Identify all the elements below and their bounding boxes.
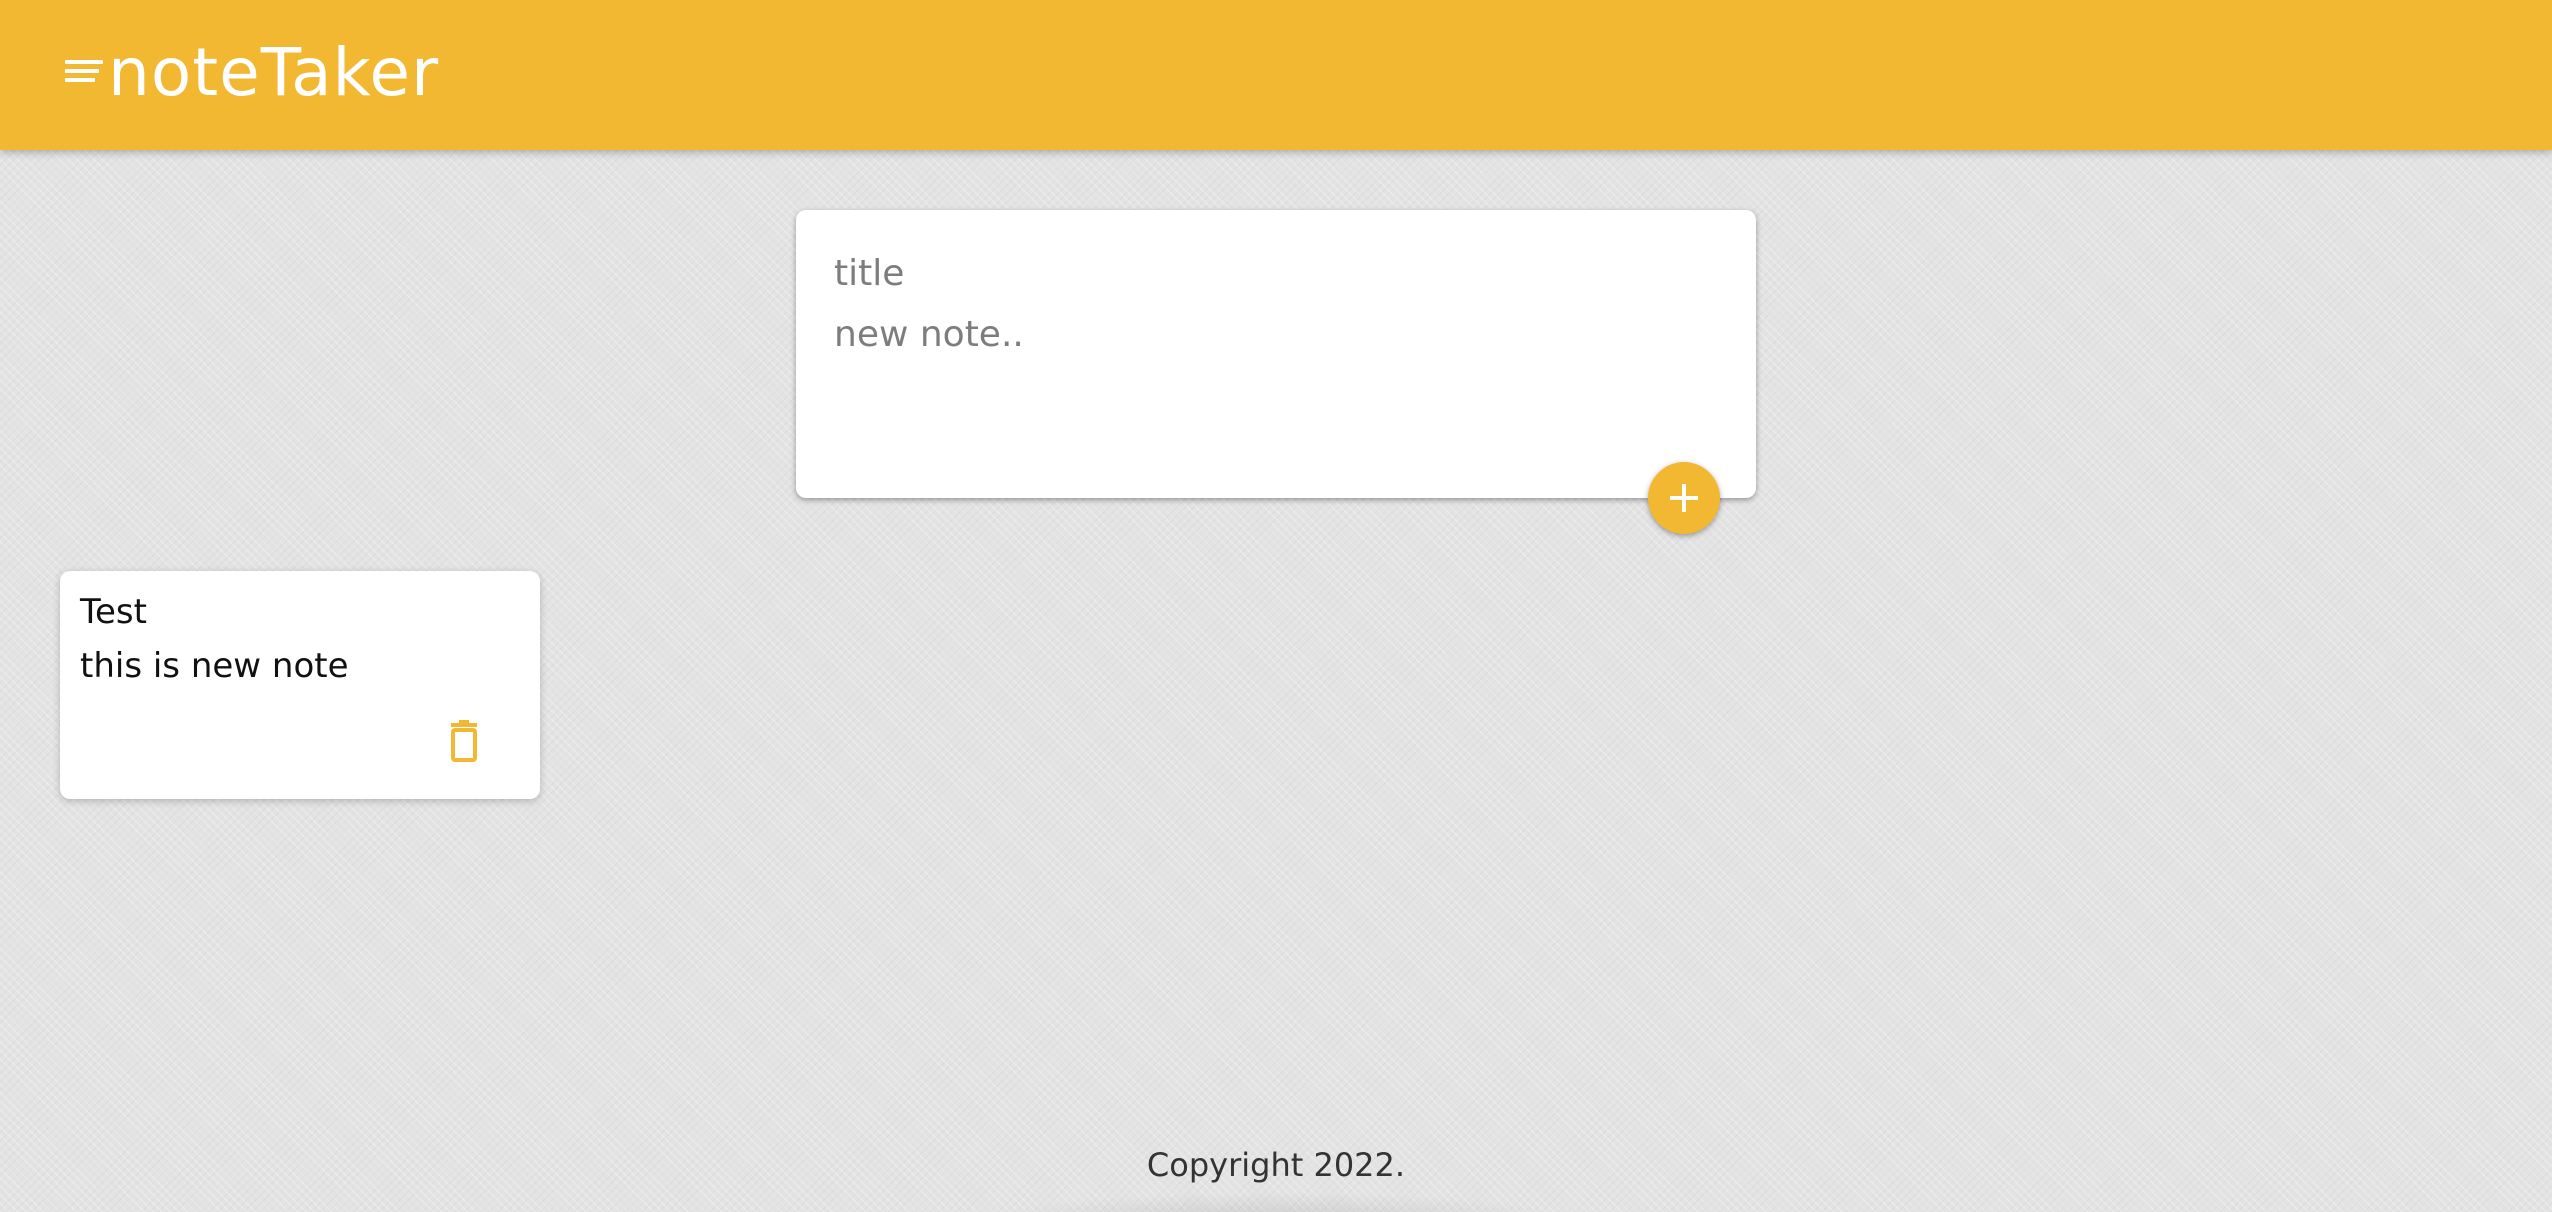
note-card: Test this is new note [60,571,540,799]
plus-icon [1670,484,1698,512]
footer: Copyright 2022. [0,1140,2552,1212]
note-content: this is new note [80,646,349,686]
delete-note-button[interactable] [442,719,486,763]
note-content-textarea[interactable] [834,310,1714,460]
app-header: noteTaker [0,0,2552,150]
create-note-form [796,210,1756,498]
add-note-button[interactable] [1648,462,1720,534]
menu-icon[interactable] [65,57,103,87]
note-title-input[interactable] [834,248,1714,298]
copyright-text: Copyright 2022. [1146,1146,1406,1184]
note-title: Test [80,592,147,632]
app-title: noteTaker [108,34,440,111]
trash-icon [451,720,477,762]
footer-shadow [976,1192,1576,1212]
